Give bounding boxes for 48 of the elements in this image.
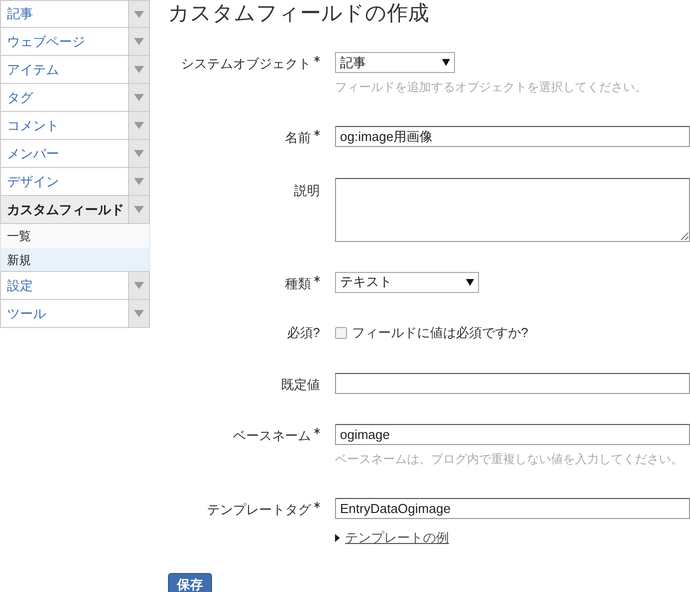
field-label: システムオブジェクト [181,55,311,73]
template-example-link[interactable]: テンプレートの例 [345,528,449,548]
field-label: テンプレートタグ [207,501,311,519]
caret-icon [134,206,144,213]
expand-toggle[interactable] [128,168,150,195]
dropdown[interactable]: 記事 [335,52,455,73]
caret-icon [134,122,144,129]
checkbox[interactable] [335,326,347,339]
expand-toggle[interactable] [128,272,150,299]
expand-toggle[interactable] [128,56,150,83]
field-label: 必須? [286,324,320,342]
field-hint: フィールドを追加するオブジェクトを選択してください。 [335,79,648,96]
expand-toggle[interactable] [128,1,150,27]
field-hint: ベースネームは、ブログ内で重複しない値を入力してください。 [335,451,684,468]
expand-toggle[interactable] [128,112,150,139]
submenu-item[interactable]: 新規 [0,248,150,272]
expand-toggle[interactable] [128,196,150,223]
expand-toggle[interactable] [128,84,150,111]
caret-icon [134,178,144,185]
input-field[interactable]: EntryDataOgimage [335,498,690,519]
submenu-item[interactable]: 一覧 [0,224,150,248]
input-field[interactable] [335,372,690,394]
caret-icon [134,150,144,157]
page-title: カスタムフィールドの作成 [168,1,430,27]
caret-icon [134,10,144,18]
expand-toggle[interactable] [128,28,150,55]
caret-icon [466,278,474,286]
caret-icon [134,310,144,317]
input-field[interactable]: og:image用画像 [335,126,690,147]
checkbox-label: フィールドに値は必須ですか? [352,324,528,342]
expand-toggle[interactable] [128,140,150,167]
save-button[interactable]: 保存 [168,572,212,592]
disclosure-icon[interactable] [335,534,340,542]
textarea-field[interactable] [335,178,690,242]
dropdown[interactable]: テキスト [335,272,479,292]
caret-icon [134,38,144,45]
field-label: 既定値 [281,376,320,394]
expand-toggle[interactable] [128,300,150,327]
sidebar-item[interactable]: カスタムフィールド [0,196,128,223]
caret-icon [134,94,144,101]
caret-icon [134,282,144,289]
caret-icon [442,59,450,66]
field-label: 種類 [285,274,311,292]
field-label: 名前 [285,129,311,147]
input-field[interactable]: ogimage [335,424,690,445]
field-label: ベースネーム [233,427,311,445]
caret-icon [134,66,144,73]
field-label: 説明 [294,182,320,200]
